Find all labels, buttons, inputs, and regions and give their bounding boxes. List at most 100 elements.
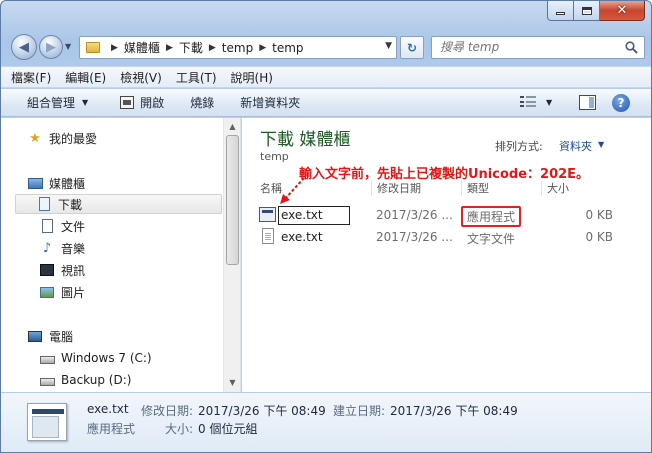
chevron-down-icon: ▼ — [82, 98, 89, 107]
search-input[interactable] — [440, 40, 620, 54]
details-created-label: 建立日期: — [333, 404, 386, 418]
file-row[interactable]: exe.txt 2017/3/26 ... 文字文件 0 KB — [258, 228, 616, 248]
details-size-value: 0 個位元組 — [198, 422, 258, 436]
address-bar[interactable]: ▶ 媒體櫃 ▶ 下載 ▶ temp ▶ temp ▼ — [79, 36, 397, 59]
explorer-window: ✕ ◀ ▶ ▼ ▶ 媒體櫃 ▶ 下載 ▶ temp ▶ temp ▼ ↻ 檔案(… — [0, 0, 652, 453]
menu-view[interactable]: 檢視(V) — [120, 69, 162, 86]
maximize-icon — [581, 6, 592, 15]
burn-label: 燒錄 — [190, 96, 215, 110]
text-file-icon — [262, 228, 274, 244]
organize-button[interactable]: 組合管理 ▼ — [21, 92, 94, 114]
breadcrumb-temp-current[interactable]: temp — [272, 41, 303, 55]
back-button[interactable]: ◀ — [11, 34, 37, 60]
library-title: 下載 媒體櫃 — [260, 130, 351, 150]
details-type: 應用程式 — [87, 422, 136, 436]
application-icon — [259, 207, 276, 222]
address-history-dropdown-icon[interactable]: ▼ — [385, 41, 392, 51]
breadcrumb-separator-icon[interactable]: ▶ — [259, 43, 266, 53]
drive-c-icon — [39, 350, 55, 366]
nav-item-drive-d[interactable]: Backup (D:) — [39, 370, 131, 390]
folder-icon — [86, 42, 100, 53]
rename-input[interactable]: exe.txt — [278, 206, 350, 225]
drive-d-icon — [39, 372, 55, 388]
search-box[interactable] — [431, 36, 645, 59]
close-button[interactable]: ✕ — [600, 1, 645, 21]
file-type: 文字文件 — [467, 232, 516, 246]
nav-scrollbar[interactable]: ▲ ▼ — [223, 118, 240, 392]
new-folder-button[interactable]: 新增資料夾 — [234, 92, 306, 114]
nav-item-label: 音樂 — [61, 241, 86, 256]
menu-file[interactable]: 檔案(F) — [11, 69, 51, 86]
nav-item-label: Windows 7 (C:) — [61, 351, 152, 365]
recent-pages-dropdown-icon[interactable]: ▼ — [65, 42, 71, 51]
nav-item-downloads[interactable]: 下載 — [15, 194, 222, 214]
arrange-by-dropdown[interactable]: 資料夾 — [559, 138, 592, 154]
menu-edit[interactable]: 編輯(E) — [65, 69, 106, 86]
menu-tools[interactable]: 工具(T) — [176, 69, 217, 86]
refresh-button[interactable]: ↻ — [400, 36, 424, 59]
details-size-label: 大小: — [165, 422, 194, 436]
breadcrumb-downloads[interactable]: 下載 — [179, 39, 203, 56]
arrange-by-label: 排列方式: — [495, 140, 543, 153]
annotation-arrow-icon — [280, 177, 305, 204]
preview-pane-icon[interactable] — [579, 95, 596, 110]
arrow-left-icon: ◀ — [19, 39, 29, 55]
documents-icon — [39, 218, 55, 234]
breadcrumb-temp[interactable]: temp — [222, 41, 253, 55]
scroll-up-icon[interactable]: ▲ — [224, 118, 241, 134]
scroll-down-icon[interactable]: ▼ — [224, 374, 241, 390]
navigation-pane: ★ 我的最愛 媒體櫃 下載 文件 ♪ 音樂 視訊 圖片 電腦 Windows 7… — [1, 118, 241, 392]
organize-label: 組合管理 — [27, 96, 76, 110]
breadcrumb-separator-icon[interactable]: ▶ — [166, 43, 173, 53]
column-header-modified[interactable]: 修改日期 — [377, 180, 421, 196]
video-icon — [39, 262, 55, 278]
nav-item-pictures[interactable]: 圖片 — [39, 282, 85, 302]
nav-item-label: 視訊 — [61, 263, 86, 278]
minimize-button[interactable] — [547, 1, 574, 21]
nav-item-documents[interactable]: 文件 — [39, 216, 85, 236]
details-pane: exe.txt 修改日期: 2017/3/26 下午 08:49 建立日期: 2… — [1, 392, 651, 452]
nav-scroll-thumb[interactable] — [226, 135, 239, 265]
breadcrumb-separator-icon[interactable]: ▶ — [209, 43, 216, 53]
nav-item-videos[interactable]: 視訊 — [39, 260, 85, 280]
breadcrumb-separator-icon[interactable]: ▶ — [111, 43, 118, 53]
nav-item-label: Backup (D:) — [61, 373, 132, 387]
menu-help[interactable]: 說明(H) — [231, 69, 273, 86]
help-icon[interactable]: ? — [612, 94, 630, 112]
library-subtitle: temp — [260, 150, 289, 163]
music-icon: ♪ — [42, 240, 52, 256]
file-row[interactable]: exe.txt 2017/3/26 ... 應用程式 0 KB — [258, 206, 616, 226]
nav-item-music[interactable]: ♪ 音樂 — [39, 238, 85, 258]
change-view-icon[interactable] — [520, 96, 536, 108]
nav-item-favorites[interactable]: ★ 我的最愛 — [27, 128, 97, 148]
navigation-row: ◀ ▶ ▼ ▶ 媒體櫃 ▶ 下載 ▶ temp ▶ temp ▼ ↻ — [1, 31, 651, 63]
file-size: 0 KB — [585, 208, 613, 222]
search-icon[interactable] — [625, 41, 638, 54]
breadcrumb-libraries[interactable]: 媒體櫃 — [124, 39, 160, 56]
minimize-icon — [556, 12, 565, 15]
nav-item-computer[interactable]: 電腦 — [27, 326, 73, 346]
application-thumbnail-icon — [27, 403, 67, 441]
nav-item-label: 文件 — [61, 219, 86, 234]
open-button[interactable]: 開啟 — [114, 92, 170, 114]
nav-item-drive-c[interactable]: Windows 7 (C:) — [39, 348, 152, 368]
burn-button[interactable]: 燒錄 — [184, 92, 220, 114]
library-icon — [27, 175, 43, 191]
arrow-right-icon: ▶ — [46, 39, 56, 55]
file-name: exe.txt — [281, 230, 323, 244]
caption-buttons: ✕ — [547, 1, 645, 22]
nav-item-label: 媒體櫃 — [49, 176, 86, 191]
nav-item-libraries[interactable]: 媒體櫃 — [27, 173, 85, 193]
pictures-icon — [39, 284, 55, 300]
star-icon: ★ — [29, 130, 41, 146]
downloads-icon — [36, 196, 52, 212]
column-header-type[interactable]: 類型 — [467, 180, 489, 196]
view-options-chevron-icon[interactable]: ▼ — [546, 98, 552, 107]
column-header-size[interactable]: 大小 — [547, 180, 569, 196]
new-folder-label: 新增資料夾 — [240, 96, 301, 110]
details-modified-value: 2017/3/26 下午 08:49 — [198, 404, 326, 418]
open-label: 開啟 — [140, 96, 165, 110]
chevron-down-icon[interactable]: ▼ — [598, 140, 604, 149]
maximize-button[interactable] — [574, 1, 600, 21]
forward-button[interactable]: ▶ — [39, 35, 63, 59]
